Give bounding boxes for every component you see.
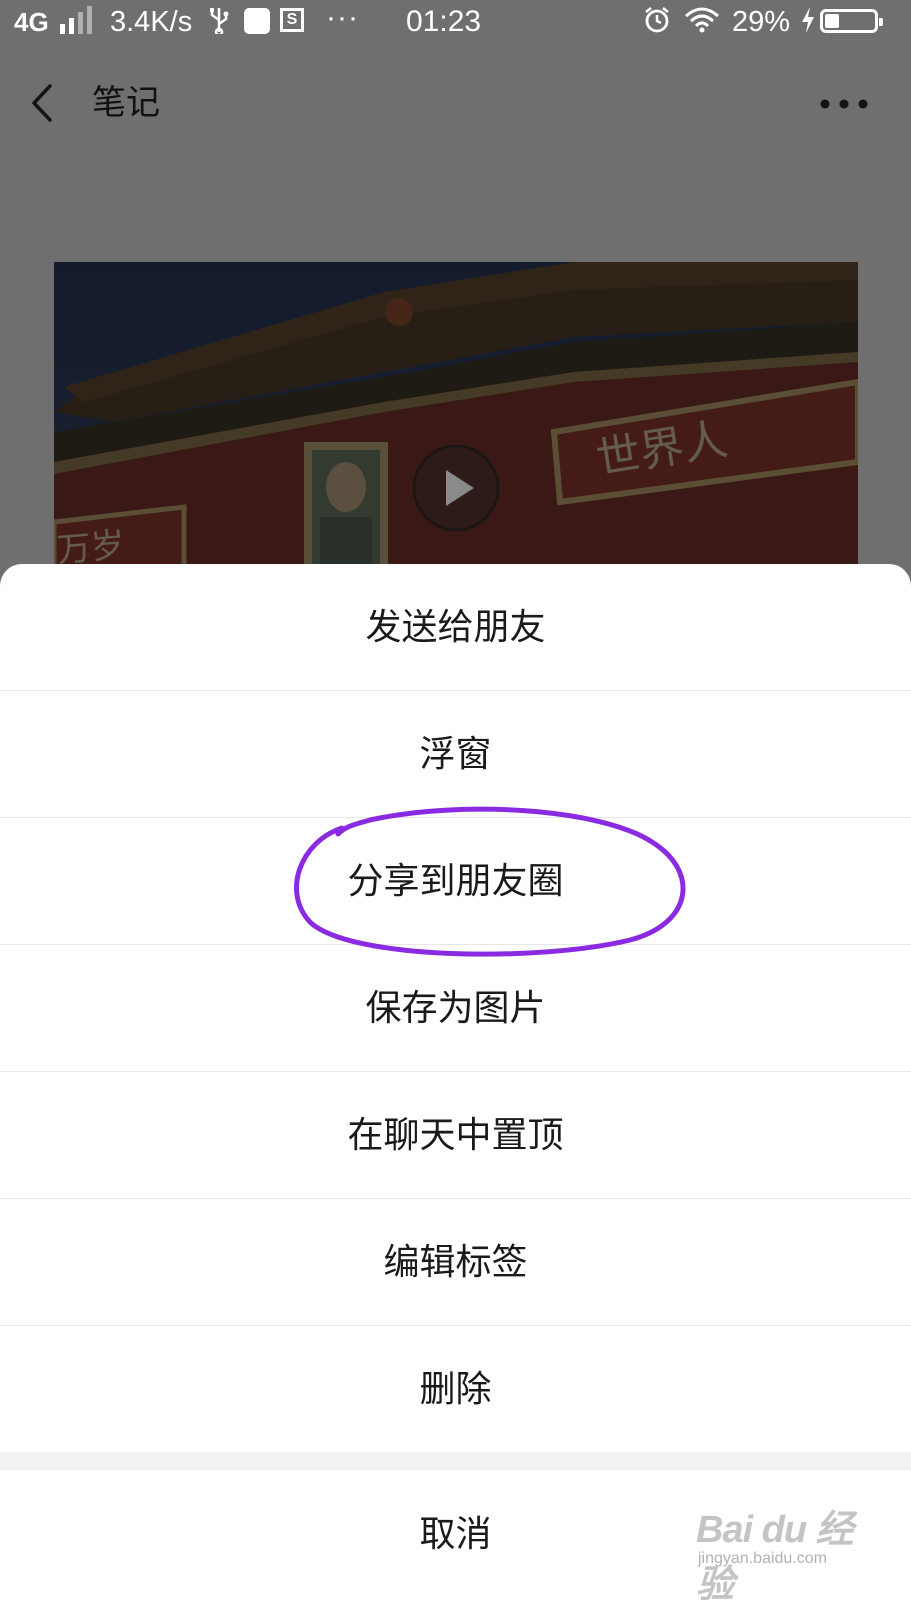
battery-percent: 29% [732, 6, 791, 38]
charging-icon [802, 7, 814, 33]
more-dots-icon[interactable] [817, 84, 871, 124]
status-time: 01:23 [406, 5, 482, 38]
network-speed: 3.4K/s [110, 6, 193, 38]
nav-bar: 笔记 [0, 60, 911, 150]
alarm-icon [645, 7, 669, 33]
screen: 4G 3.4K/s S ··· 01:23 29% 笔记 发送给朋友 浮窗 分享… [0, 0, 911, 1600]
usb-icon [210, 8, 229, 34]
status-more-icon: ··· [326, 1, 359, 34]
wifi-icon [685, 7, 719, 33]
send-to-friend-button[interactable]: 发送给朋友 [0, 564, 911, 691]
chevron-left-icon[interactable] [20, 78, 70, 128]
watermark-url: jingyan.baidu.com [698, 1550, 827, 1567]
battery-icon [820, 9, 883, 33]
edit-tags-button[interactable]: 编辑标签 [0, 1199, 911, 1326]
baidu-watermark: Bai du 经验 jingyan.baidu.com [696, 1498, 866, 1600]
action-sheet: 发送给朋友 浮窗 分享到朋友圈 保存为图片 在聊天中置顶 编辑标签 删除 取消 [0, 564, 911, 1600]
play-icon[interactable] [410, 442, 502, 534]
status-bar: 4G 3.4K/s S ··· 01:23 29% [0, 0, 911, 44]
pin-in-chat-button[interactable]: 在聊天中置顶 [0, 1072, 911, 1199]
battery-fill [825, 14, 839, 28]
delete-button[interactable]: 删除 [0, 1326, 911, 1453]
watermark-brand: Bai du 经验 [696, 1509, 854, 1600]
usb-debug-icon [244, 8, 270, 34]
signal-icon [60, 6, 100, 34]
video-thumbnail[interactable]: 世界人 万岁 [54, 262, 858, 582]
sheet-divider [0, 1452, 911, 1470]
page-title: 笔记 [92, 83, 160, 123]
share-to-moments-button[interactable]: 分享到朋友圈 [0, 818, 911, 945]
screenshot-icon: S [280, 8, 304, 32]
floating-window-button[interactable]: 浮窗 [0, 691, 911, 818]
save-as-image-button[interactable]: 保存为图片 [0, 945, 911, 1072]
network-type: 4G [14, 7, 49, 37]
